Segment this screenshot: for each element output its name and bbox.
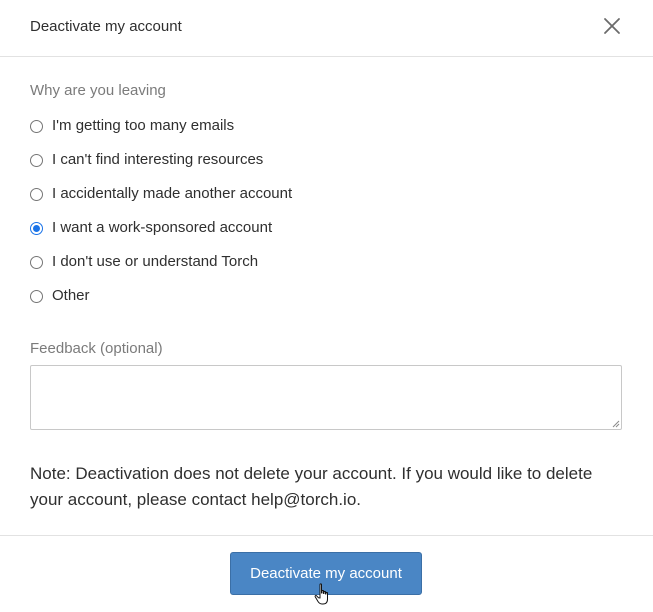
resize-handle-icon[interactable]	[610, 418, 620, 428]
reason-option-dont-understand[interactable]: I don't use or understand Torch	[30, 252, 258, 272]
deactivate-account-button[interactable]: Deactivate my account	[230, 552, 422, 595]
radio-label: I'm getting too many emails	[52, 117, 235, 134]
reason-option-no-interesting-resources[interactable]: I can't find interesting resources	[30, 150, 263, 170]
radio-button[interactable]	[30, 119, 43, 133]
deactivation-note: Note: Deactivation does not delete your …	[30, 464, 593, 509]
radio-label: I want a work-sponsored account	[52, 219, 273, 236]
radio-button[interactable]	[30, 289, 43, 303]
radio-button[interactable]	[30, 153, 43, 167]
dialog-title: Deactivate my account	[30, 18, 182, 35]
radio-button-selected[interactable]	[30, 221, 43, 235]
reason-section-label: Why are you leaving	[30, 82, 166, 99]
radio-button[interactable]	[30, 255, 43, 269]
radio-button[interactable]	[30, 187, 43, 201]
reason-option-another-account[interactable]: I accidentally made another account	[30, 184, 292, 204]
dialog-header: Deactivate my account	[0, 0, 653, 57]
close-icon	[604, 18, 620, 34]
feedback-textarea[interactable]	[30, 365, 622, 430]
reason-option-work-sponsored[interactable]: I want a work-sponsored account	[30, 218, 272, 238]
close-button[interactable]	[600, 14, 624, 38]
radio-label: I can't find interesting resources	[52, 151, 264, 168]
deactivate-account-dialog: Deactivate my account Why are you leavin…	[0, 0, 653, 612]
radio-label: Other	[52, 287, 90, 304]
feedback-label: Feedback (optional)	[30, 340, 163, 357]
reason-option-too-many-emails[interactable]: I'm getting too many emails	[30, 116, 234, 136]
radio-label: I don't use or understand Torch	[52, 253, 259, 270]
reason-option-other[interactable]: Other	[30, 286, 90, 306]
radio-label: I accidentally made another account	[52, 185, 293, 202]
